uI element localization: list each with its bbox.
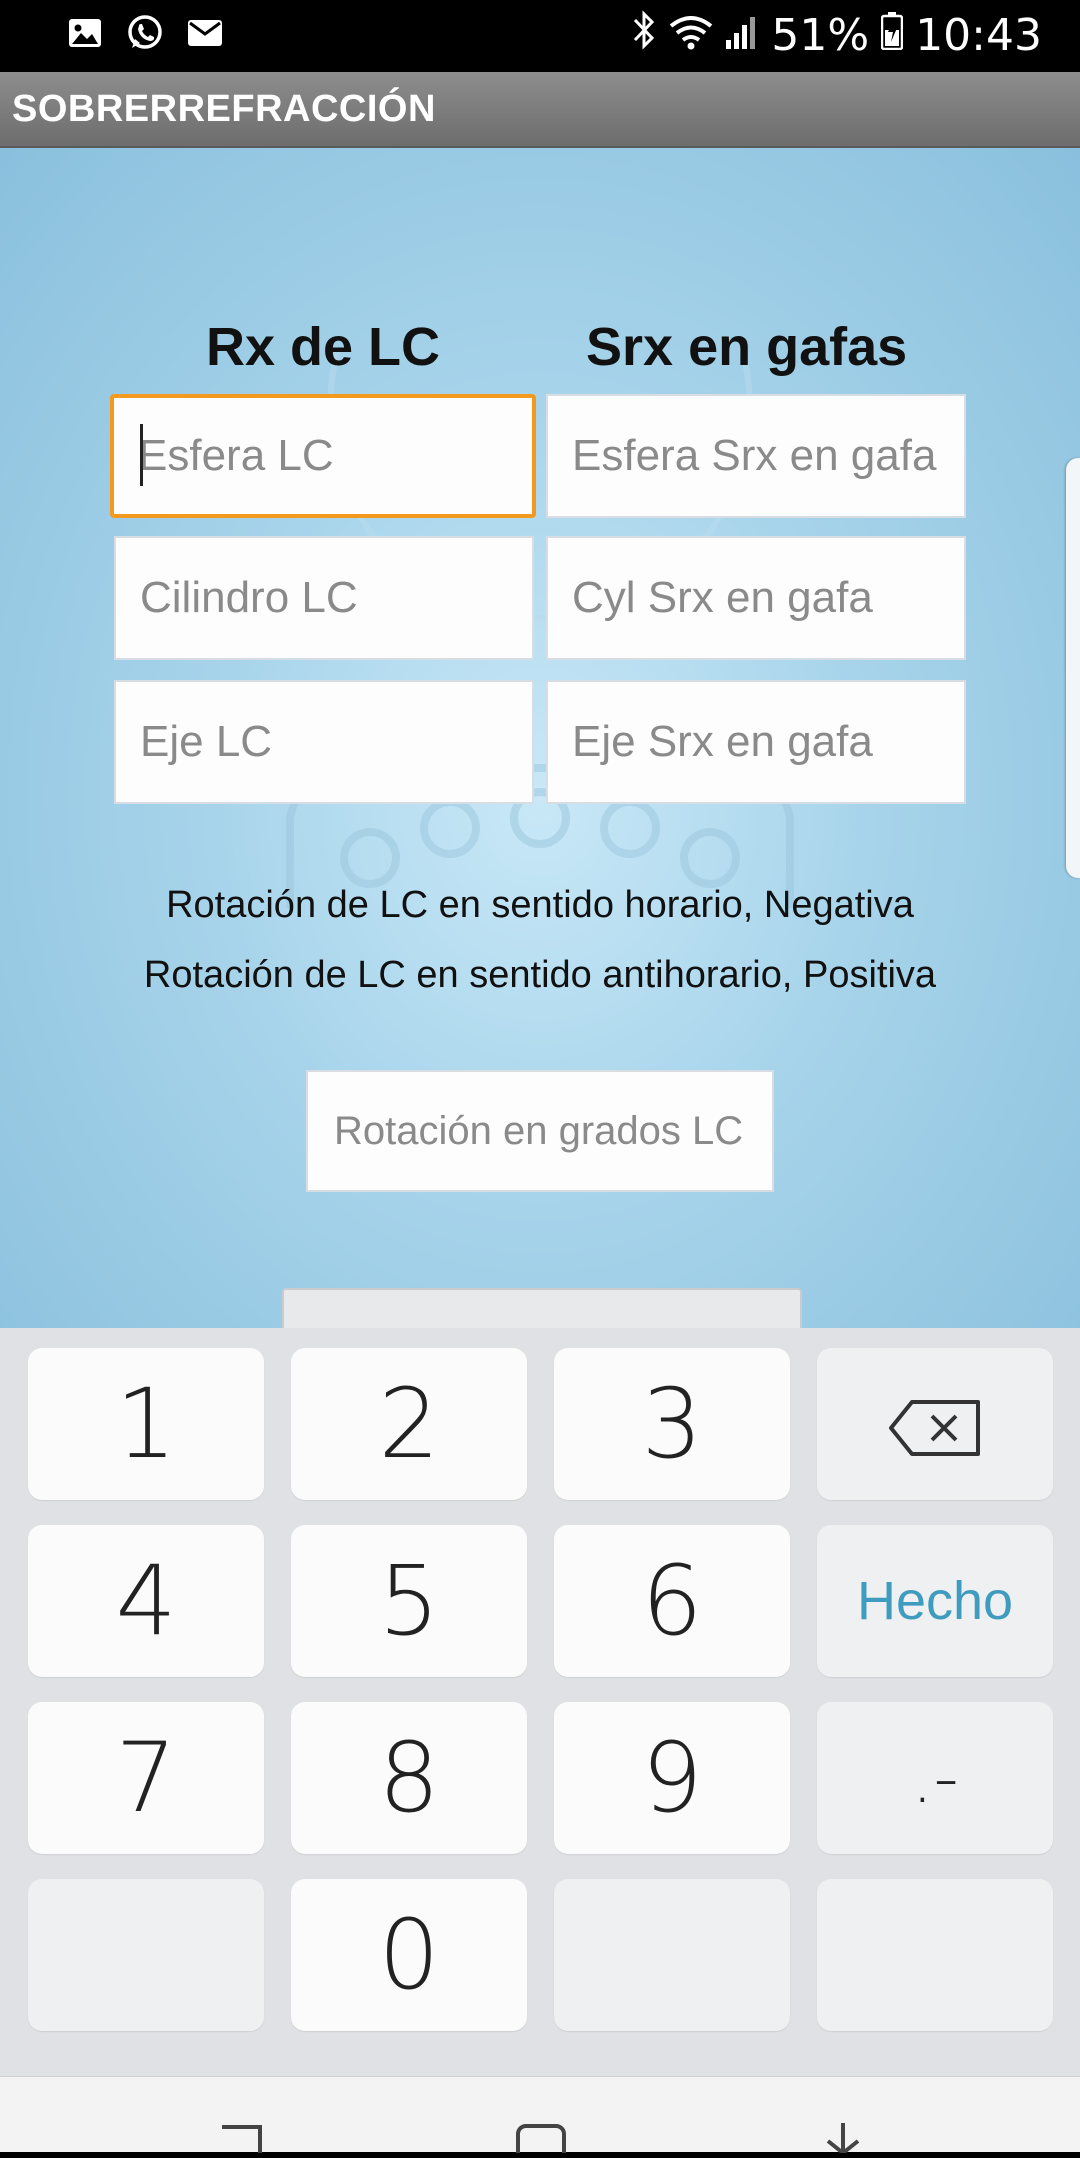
srx-gafas-heading: Srx en gafas — [586, 317, 908, 377]
clock: 10:43 — [915, 10, 1042, 61]
backspace-key[interactable] — [817, 1348, 1053, 1500]
esfera-srx-field[interactable] — [546, 394, 966, 518]
wifi-icon — [669, 10, 713, 61]
cyl-srx-field[interactable] — [546, 536, 966, 660]
numeric-keyboard: 1 2 3 4 5 6 Hecho 7 8 9 .- 0 — [0, 1328, 1080, 2076]
dot-dash-key[interactable]: .- — [817, 1702, 1053, 1854]
esfera-lc-field[interactable] — [110, 394, 536, 518]
key-1[interactable]: 1 — [28, 1348, 264, 1500]
backspace-icon — [888, 1368, 982, 1480]
status-bar: 51% 10:43 — [0, 0, 1080, 72]
home-icon[interactable] — [516, 2123, 566, 2158]
recent-apps-icon[interactable] — [216, 2123, 266, 2158]
key-4[interactable]: 4 — [28, 1525, 264, 1677]
text-caret — [140, 424, 143, 486]
form-area: Rx de LC Srx en gafas Rotación de LC en … — [0, 148, 1080, 1328]
key-3[interactable]: 3 — [554, 1348, 790, 1500]
key-5[interactable]: 5 — [291, 1525, 527, 1677]
esfera-lc-input[interactable] — [114, 398, 532, 514]
calculate-button[interactable] — [282, 1288, 802, 1328]
key-9[interactable]: 9 — [554, 1702, 790, 1854]
whatsapp-icon — [126, 14, 164, 52]
key-2[interactable]: 2 — [291, 1348, 527, 1500]
done-key[interactable]: Hecho — [817, 1525, 1053, 1677]
key-8[interactable]: 8 — [291, 1702, 527, 1854]
empty-key-middle — [554, 1879, 790, 2031]
eje-srx-input[interactable] — [548, 682, 964, 802]
esfera-srx-input[interactable] — [548, 396, 964, 516]
back-icon[interactable] — [818, 2123, 868, 2158]
rx-lc-heading: Rx de LC — [206, 317, 441, 377]
rotation-note-negative: Rotación de LC en sentido horario, Negat… — [166, 884, 914, 926]
cyl-srx-input[interactable] — [548, 538, 964, 658]
eje-lc-input[interactable] — [116, 682, 532, 802]
key-6[interactable]: 6 — [554, 1525, 790, 1677]
page-title: SOBRERREFRACCIÓN — [12, 88, 436, 130]
battery-icon — [880, 10, 904, 61]
bluetooth-icon — [631, 10, 657, 61]
edge-panel-handle[interactable] — [1066, 458, 1080, 878]
key-7[interactable]: 7 — [28, 1702, 264, 1854]
battery-percent: 51% — [771, 10, 870, 61]
cilindro-lc-input[interactable] — [116, 538, 532, 658]
rotation-note-positive: Rotación de LC en sentido antihorario, P… — [143, 954, 937, 996]
cilindro-lc-field[interactable] — [114, 536, 534, 660]
eje-lc-field[interactable] — [114, 680, 534, 804]
empty-key-right — [817, 1879, 1053, 2031]
image-icon — [66, 14, 104, 52]
key-0[interactable]: 0 — [291, 1879, 527, 2031]
rotacion-input[interactable] — [308, 1072, 772, 1190]
navigation-bar — [0, 2076, 1080, 2158]
eje-srx-field[interactable] — [546, 680, 966, 804]
app-bar: SOBRERREFRACCIÓN — [0, 72, 1080, 148]
mail-icon — [186, 14, 224, 52]
rotacion-field[interactable] — [306, 1070, 774, 1192]
empty-key-left — [28, 1879, 264, 2031]
signal-icon — [725, 10, 759, 61]
